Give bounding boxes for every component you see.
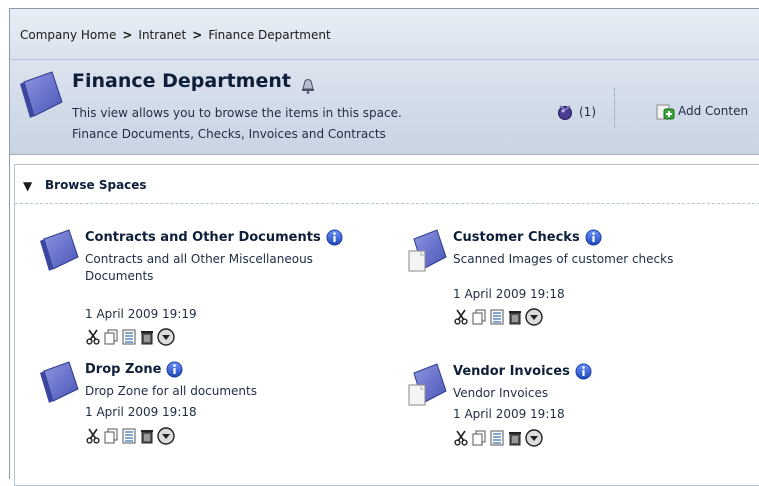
space-item-drop-zone: Drop Zone Drop Zone for all documents 1 … (39, 359, 379, 469)
details-icon[interactable] (489, 430, 505, 446)
breadcrumb-item-finance-department[interactable]: Finance Department (208, 28, 330, 42)
space-item-customer-checks: Customer Checks Scanned Images of custom… (407, 227, 747, 347)
workflow-count: (1) (579, 105, 596, 119)
browse-spaces-header[interactable]: ▼ Browse Spaces (15, 165, 759, 204)
space-description: Drop Zone for all documents (85, 384, 257, 398)
space-name-link[interactable]: Drop Zone (85, 362, 161, 377)
breadcrumb-separator: > (192, 28, 203, 42)
notify-bell-icon[interactable] (298, 76, 318, 94)
space-name-link[interactable]: Customer Checks (453, 230, 580, 245)
space-description: Scanned Images of customer checks (453, 252, 674, 266)
workflow-indicator[interactable]: (1) (557, 103, 596, 121)
add-content-icon (656, 104, 675, 120)
space-description: Contracts and all Other Miscellaneous Do… (85, 252, 313, 283)
space-date: 1 April 2009 19:18 (453, 407, 565, 421)
breadcrumb-separator: > (122, 28, 133, 42)
add-content-label: Add Conten (678, 104, 749, 118)
space-actions (453, 308, 543, 326)
collapse-triangle-icon[interactable]: ▼ (23, 179, 32, 193)
copy-icon[interactable] (471, 430, 487, 446)
more-actions-icon[interactable] (157, 328, 175, 346)
cut-icon[interactable] (453, 430, 469, 446)
info-icon[interactable] (166, 361, 183, 378)
space-description: Vendor Invoices (453, 386, 549, 400)
delete-icon[interactable] (139, 428, 155, 444)
delete-icon[interactable] (139, 329, 155, 345)
space-actions (85, 427, 175, 445)
page-title: Finance Department (72, 70, 291, 92)
space-name-link[interactable]: Contracts and Other Documents (85, 230, 321, 245)
add-content-button[interactable]: Add Conten (655, 102, 748, 120)
breadcrumb-bar: Company Home > Intranet > Finance Department (10, 9, 759, 60)
delete-icon[interactable] (507, 309, 523, 325)
delete-icon[interactable] (507, 430, 523, 446)
space-description: This view allows you to browse the items… (72, 106, 402, 120)
space-item-contracts: Contracts and Other Documents Contracts … (39, 227, 379, 357)
panel-title: Browse Spaces (45, 178, 147, 192)
details-icon[interactable] (489, 309, 505, 325)
copy-icon[interactable] (103, 329, 119, 345)
copy-icon[interactable] (471, 309, 487, 325)
space-name-link[interactable]: Vendor Invoices (453, 364, 570, 379)
details-icon[interactable] (121, 329, 137, 345)
space-header: Finance Department This view allows you … (10, 60, 759, 155)
breadcrumb-item-intranet[interactable]: Intranet (138, 28, 186, 42)
folder-space-icon[interactable] (39, 227, 83, 275)
info-icon[interactable] (326, 229, 343, 246)
toolbar-divider (614, 88, 615, 128)
cut-icon[interactable] (85, 329, 101, 345)
breadcrumb: Company Home > Intranet > Finance Department (20, 28, 331, 42)
space-subtitle: Finance Documents, Checks, Invoices and … (72, 127, 386, 141)
details-icon[interactable] (121, 428, 137, 444)
folder-document-space-icon[interactable] (407, 361, 451, 409)
workflow-icon (558, 105, 572, 120)
space-date: 1 April 2009 19:19 (85, 307, 197, 321)
folder-space-icon[interactable] (39, 359, 83, 407)
folder-document-space-icon[interactable] (407, 227, 451, 275)
info-icon[interactable] (585, 229, 602, 246)
space-date: 1 April 2009 19:18 (85, 405, 197, 419)
info-icon[interactable] (575, 363, 592, 380)
copy-icon[interactable] (103, 428, 119, 444)
breadcrumb-item-company-home[interactable]: Company Home (20, 28, 116, 42)
more-actions-icon[interactable] (525, 308, 543, 326)
cut-icon[interactable] (85, 428, 101, 444)
space-date: 1 April 2009 19:18 (453, 287, 565, 301)
more-actions-icon[interactable] (525, 429, 543, 447)
more-actions-icon[interactable] (157, 427, 175, 445)
space-actions (453, 429, 543, 447)
space-item-vendor-invoices: Vendor Invoices Vendor Invoices 1 April … (407, 361, 747, 471)
cut-icon[interactable] (453, 309, 469, 325)
space-folder-icon (20, 71, 63, 118)
space-actions (85, 328, 175, 346)
browse-spaces-panel: ▼ Browse Spaces Contracts and Other Docu… (14, 164, 759, 486)
